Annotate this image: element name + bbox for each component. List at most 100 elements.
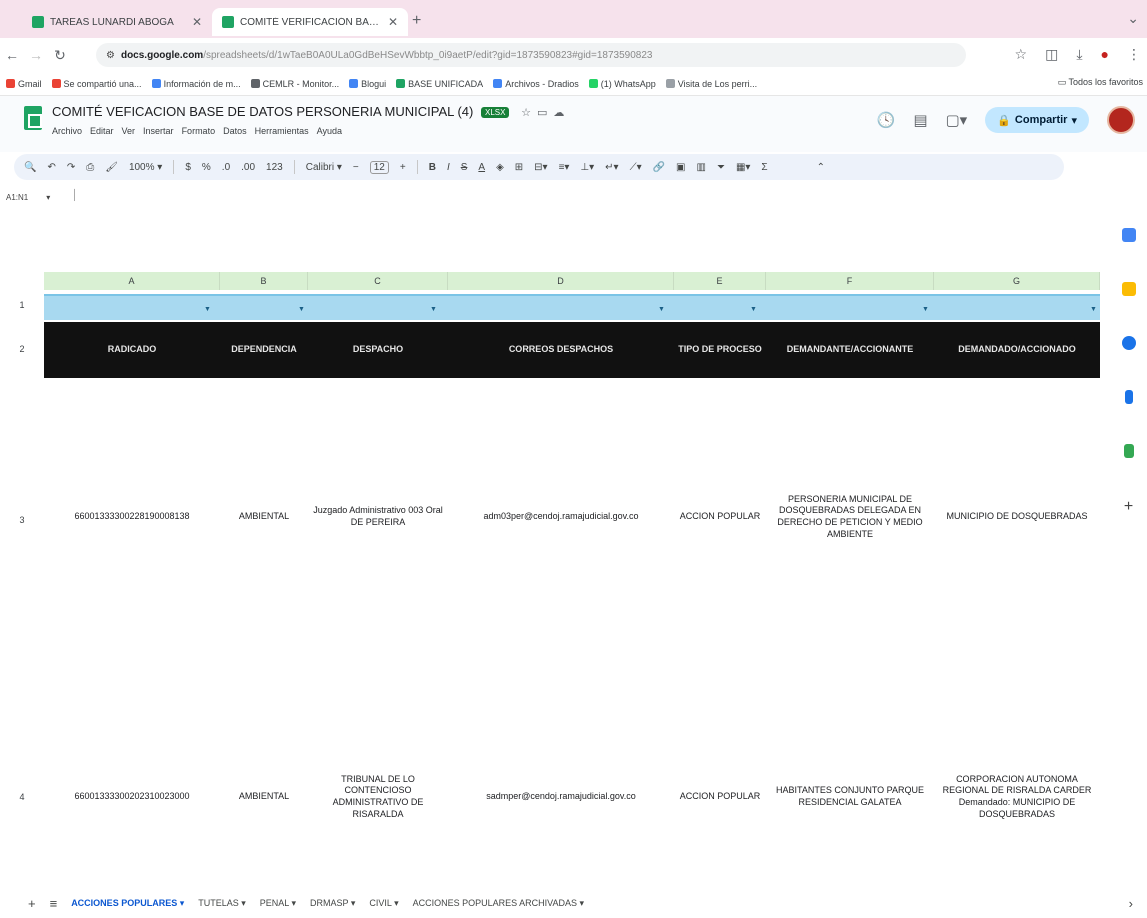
bookmark-item[interactable]: Blogui — [349, 79, 386, 89]
currency-icon[interactable]: $ — [185, 162, 191, 173]
paint-format-icon[interactable]: 🖌 — [105, 162, 118, 173]
bookmark-item[interactable]: Información de m... — [151, 79, 241, 89]
sheet-tab-civil[interactable]: CIVIL ▾ — [369, 898, 398, 909]
row-number-1[interactable]: 1 — [0, 300, 44, 310]
table-row-1-radicado[interactable]: 66001333300228190008138 — [44, 452, 220, 582]
bookmark-item[interactable]: CEMLR - Monitor... — [250, 79, 339, 89]
font-size-increase-icon[interactable]: + — [400, 162, 406, 173]
filter-dropdown-icon[interactable]: ▼ — [1090, 306, 1097, 313]
font-size-input[interactable]: 12 — [369, 160, 389, 174]
filter-dropdown-icon[interactable]: ▼ — [922, 306, 929, 313]
font-size-decrease-icon[interactable]: − — [353, 162, 359, 173]
all-sheets-icon[interactable]: ≡ — [50, 896, 58, 911]
column-header-f[interactable]: F — [766, 272, 934, 290]
table-row-1-correo[interactable]: adm03per@cendoj.ramajudicial.gov.co — [448, 452, 674, 582]
browser-menu-icon[interactable]: ⋮ — [1127, 46, 1141, 63]
close-tab-icon[interactable]: ✕ — [388, 15, 398, 29]
decimal-increase-icon[interactable]: .00 — [241, 162, 255, 173]
name-box[interactable]: A1:N1 ▾ — [4, 186, 64, 208]
filter-dropdown-icon[interactable]: ▼ — [750, 306, 757, 313]
vertical-align-icon[interactable]: ⊥▾ — [580, 162, 594, 173]
sheets-logo-icon[interactable] — [24, 106, 42, 130]
table-row-2-correo[interactable]: sadmper@cendoj.ramajudicial.gov.co — [448, 732, 674, 862]
scroll-right-icon[interactable]: › — [1129, 896, 1133, 911]
table-row-2-demandado[interactable]: CORPORACION AUTONOMA REGIONAL DE RISRALD… — [934, 732, 1100, 862]
table-row-1-demandado[interactable]: MUNICIPIO DE DOSQUEBRADAS — [934, 452, 1100, 582]
header-radicado[interactable]: RADICADO — [44, 322, 220, 378]
table-row-1-despacho[interactable]: Juzgado Administrativo 003 Oral DE PEREI… — [308, 452, 448, 582]
url-input[interactable]: ⚙ docs.google.com /spreadsheets/d/1wTaeB… — [96, 43, 966, 67]
bookmark-item[interactable]: Se compartió una... — [51, 79, 142, 89]
bookmark-item[interactable]: Visita de Los perri... — [665, 79, 757, 89]
contacts-icon[interactable] — [1124, 390, 1133, 404]
back-arrow-icon[interactable]: ← — [0, 47, 24, 63]
column-header-b[interactable]: B — [220, 272, 308, 290]
bookmark-item[interactable]: (1) WhatsApp — [588, 79, 656, 89]
tasks-icon[interactable] — [1121, 336, 1136, 350]
menu-datos[interactable]: Datos — [223, 126, 247, 136]
extension-icon[interactable]: ◫ — [1045, 46, 1058, 63]
insert-chart-icon[interactable]: ▥ — [697, 162, 706, 173]
add-sheet-icon[interactable]: + — [28, 896, 36, 911]
insert-comment-icon[interactable]: ▣ — [676, 162, 685, 173]
table-row-2-demandante[interactable]: HABITANTES CONJUNTO PARQUE RESIDENCIAL G… — [766, 732, 934, 862]
functions-icon[interactable]: Σ — [761, 162, 767, 173]
italic-icon[interactable]: I — [447, 162, 450, 173]
column-header-c[interactable]: C — [308, 272, 448, 290]
menu-ver[interactable]: Ver — [122, 126, 136, 136]
comments-icon[interactable]: ▤ — [913, 111, 927, 129]
maps-icon[interactable] — [1123, 444, 1134, 458]
fill-color-icon[interactable]: ◈ — [496, 162, 504, 173]
reload-icon[interactable]: ↻ — [48, 47, 72, 64]
strikethrough-icon[interactable]: S — [461, 162, 468, 173]
row-number-3[interactable]: 3 — [0, 515, 44, 525]
menu-ayuda[interactable]: Ayuda — [317, 126, 342, 136]
menu-insertar[interactable]: Insertar — [143, 126, 174, 136]
new-tab-button[interactable]: + — [412, 12, 421, 30]
meet-icon[interactable]: ▢▾ — [946, 111, 968, 129]
star-icon[interactable]: ☆ — [521, 107, 537, 119]
bookmark-item[interactable]: BASE UNIFICADA — [396, 79, 483, 89]
print-icon[interactable]: ⎙ — [86, 162, 94, 173]
browser-tab-2[interactable]: COMITÉ VERIFICACIÓN BASE ✕ — [212, 8, 408, 36]
move-icon[interactable]: ▭ — [537, 107, 553, 119]
filter-dropdown-icon[interactable]: ▼ — [658, 306, 665, 313]
horizontal-align-icon[interactable]: ≡▾ — [559, 162, 570, 173]
menu-herramientas[interactable]: Herramientas — [255, 126, 309, 136]
header-correos[interactable]: CORREOS DESPACHOS — [448, 322, 674, 378]
avatar[interactable] — [1107, 106, 1135, 134]
keep-icon[interactable] — [1121, 282, 1136, 296]
decimal-decrease-icon[interactable]: .0 — [222, 162, 230, 173]
site-info-icon[interactable]: ⚙ — [106, 50, 115, 61]
text-rotate-icon[interactable]: ⟋▾ — [630, 162, 642, 173]
add-addon-icon[interactable]: + — [1124, 498, 1133, 516]
toolbar-collapse-icon[interactable]: ⌃ — [817, 162, 825, 173]
undo-icon[interactable]: ↶ — [47, 162, 55, 173]
merge-cells-icon[interactable]: ⊟▾ — [534, 162, 547, 173]
table-row-2-dependencia[interactable]: AMBIENTAL — [220, 732, 308, 862]
sheet-tab-drmasp[interactable]: DRMASP ▾ — [310, 898, 355, 909]
table-row-2-radicado[interactable]: 66001333300202310023000 — [44, 732, 220, 862]
header-demandante[interactable]: DEMANDANTE/ACCIONANTE — [766, 322, 934, 378]
bookmark-item[interactable]: Archivos - Dradios — [493, 79, 579, 89]
bookmark-star-icon[interactable]: ☆ — [1015, 46, 1028, 63]
cloud-status-icon[interactable]: ☁ — [553, 107, 570, 119]
row-number-4[interactable]: 4 — [0, 792, 44, 802]
menu-archivo[interactable]: Archivo — [52, 126, 82, 136]
header-despacho[interactable]: DESPACHO — [308, 322, 448, 378]
menu-formato[interactable]: Formato — [182, 126, 216, 136]
sheet-tab-archivadas[interactable]: ACCIONES POPULARES ARCHIVADAS ▾ — [413, 898, 584, 909]
number-format-icon[interactable]: 123 — [266, 162, 283, 173]
table-row-2-tipo[interactable]: ACCION POPULAR — [674, 732, 766, 862]
column-header-e[interactable]: E — [674, 272, 766, 290]
download-icon[interactable]: ⤓ — [1076, 46, 1082, 63]
filter-dropdown-icon[interactable]: ▼ — [430, 306, 437, 313]
all-bookmarks-folder[interactable]: ▭ Todos los favoritos — [1058, 77, 1143, 88]
filter-dropdown-icon[interactable]: ▼ — [298, 306, 305, 313]
sheet-tab-penal[interactable]: PENAL ▾ — [260, 898, 296, 909]
column-header-d[interactable]: D — [448, 272, 674, 290]
tab-search-icon[interactable]: ⌄ — [1127, 10, 1139, 27]
bold-icon[interactable]: B — [429, 162, 436, 173]
profile-icon[interactable]: ● — [1101, 46, 1109, 63]
redo-icon[interactable]: ↷ — [67, 162, 75, 173]
